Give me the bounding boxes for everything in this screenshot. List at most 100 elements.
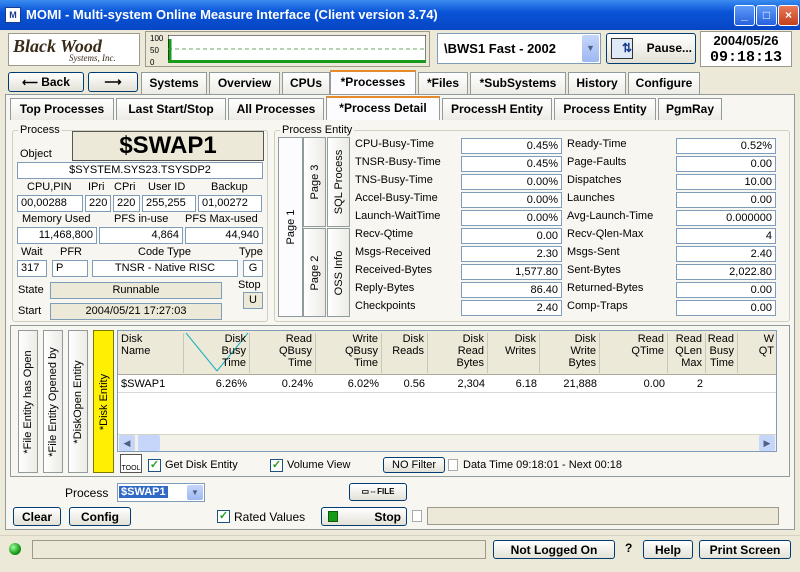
table-row[interactable]	[118, 376, 776, 393]
file-swap-button[interactable]: ▭⇔FILE	[349, 483, 407, 501]
entity-right-value: 2.40	[676, 246, 776, 262]
chevron-down-icon[interactable]: ▼	[582, 35, 599, 62]
back-button[interactable]: ⟵ Back	[8, 72, 84, 92]
maximize-button[interactable]: □	[756, 5, 777, 26]
entity-right-value: 4	[676, 228, 776, 244]
stop-status-icon	[328, 511, 338, 522]
vtab-file-entity-has-open[interactable]: *File Entity has Open	[18, 330, 38, 473]
graph-tick-0: 0	[150, 58, 155, 67]
column-header[interactable]: Disk Reads	[382, 333, 428, 373]
tab-pgmray[interactable]: PgmRay	[658, 98, 722, 120]
entity-left-label: Reply-Bytes	[355, 282, 415, 294]
tab-top-processes[interactable]: Top Processes	[10, 98, 114, 120]
tab-systems[interactable]: Systems	[141, 72, 207, 94]
tab-history[interactable]: History	[568, 72, 626, 94]
vtab-page-3[interactable]: Page 3	[303, 137, 326, 227]
login-button[interactable]: Not Logged On	[493, 540, 615, 559]
entity-left-label: Received-Bytes	[355, 264, 433, 276]
column-header[interactable]: Disk Busy Time	[184, 333, 250, 373]
help-button[interactable]: Help	[643, 540, 693, 559]
chevron-down-icon[interactable]: ▼	[187, 485, 203, 500]
column-header[interactable]: Read QLen Max	[668, 333, 706, 373]
clear-button[interactable]: Clear	[13, 507, 61, 526]
tab-processh-entity[interactable]: ProcessH Entity	[442, 98, 552, 120]
entity-right-label: Comp-Traps	[567, 300, 628, 312]
column-header[interactable]: Write QBusy Time	[316, 333, 382, 373]
tab-all-processes[interactable]: All Processes	[228, 98, 324, 120]
vtab-page-1-label: Page 1	[284, 209, 297, 245]
entity-left-label: Recv-Qtime	[355, 228, 414, 240]
column-header[interactable]: W QT	[738, 333, 776, 373]
vtab-page-3-label: Page 3	[308, 164, 321, 200]
status-message	[32, 540, 486, 559]
vtab-diskopen-entity-label: *DiskOpen Entity	[72, 359, 84, 444]
get-disk-entity-checkbox[interactable]: ✓	[148, 459, 161, 472]
start-label: Start	[18, 305, 42, 317]
print-screen-button[interactable]: Print Screen	[699, 540, 791, 559]
vtab-oss-info[interactable]: OSS Info	[327, 228, 350, 317]
entity-right-label: Recv-Qlen-Max	[567, 228, 644, 240]
tab-overview[interactable]: Overview	[209, 72, 280, 94]
entity-right-value: 0.00	[676, 300, 776, 316]
tab-last-start-stop[interactable]: Last Start/Stop	[116, 98, 226, 120]
network-icon: ⇅	[611, 38, 633, 59]
progress-bar	[427, 507, 779, 525]
file-swap-icon: ▭⇔	[361, 487, 378, 496]
connection-status-icon	[9, 543, 21, 555]
date-display: 2004/05/26	[713, 33, 779, 48]
vtab-sql-process[interactable]: SQL Process	[327, 137, 350, 227]
pfs-max-field: 44,940	[185, 227, 263, 244]
column-header[interactable]: Read Busy Time	[706, 333, 738, 373]
backup-field: 01,00272	[198, 195, 262, 212]
scroll-left-icon[interactable]: ◀	[119, 435, 135, 451]
minimize-button[interactable]: _	[734, 5, 755, 26]
rated-values-checkbox[interactable]: ✓	[217, 510, 230, 523]
system-select[interactable]: \BWS1 Fast - 2002 ▼	[437, 33, 601, 64]
vtab-page-1[interactable]: Page 1	[278, 137, 303, 317]
config-button[interactable]: Config	[69, 507, 131, 526]
filter-button[interactable]: NO Filter	[383, 457, 445, 473]
cpu-graph-panel: 100 50 0	[145, 31, 430, 67]
column-header[interactable]: Disk Name	[118, 333, 184, 373]
process-select-label: Process	[65, 486, 109, 500]
tab-process-detail[interactable]: *Process Detail	[326, 96, 440, 120]
volume-view-checkbox[interactable]: ✓	[270, 459, 283, 472]
entity-right-label: Sent-Bytes	[567, 264, 621, 276]
vtab-file-entity-opened-by[interactable]: *File Entity Opened by	[43, 330, 63, 473]
tab-subsystems[interactable]: *SubSystems	[470, 72, 566, 94]
stop-field: U	[243, 292, 263, 309]
question-icon: ?	[625, 541, 633, 555]
vtab-disk-entity[interactable]: *Disk Entity	[93, 330, 114, 473]
tab-process-entity[interactable]: Process Entity	[554, 98, 656, 120]
tab-configure[interactable]: Configure	[628, 72, 700, 94]
entity-right-label: Avg-Launch-Time	[567, 210, 654, 222]
column-header[interactable]: Read QTime	[600, 333, 668, 373]
column-header[interactable]: Disk Read Bytes	[428, 333, 488, 373]
tab-cpus[interactable]: CPUs	[282, 72, 330, 94]
forward-button[interactable]: ⟶	[88, 72, 138, 92]
column-header[interactable]: Read QBusy Time	[250, 333, 316, 373]
progress-indicator	[412, 510, 422, 522]
entity-left-label: Checkpoints	[355, 300, 416, 312]
pause-button[interactable]: ⇅ Pause...	[606, 33, 696, 64]
process-select-value: $SWAP1	[119, 486, 168, 498]
scroll-thumb[interactable]	[138, 435, 160, 451]
scroll-right-icon[interactable]: ▶	[759, 435, 775, 451]
tab-processes[interactable]: *Processes	[330, 70, 416, 94]
tool-icon[interactable]: TOOL	[120, 454, 142, 473]
horizontal-scrollbar[interactable]: ◀ ▶	[118, 434, 776, 451]
tab-files[interactable]: *Files	[418, 72, 468, 94]
column-header[interactable]: Disk Write Bytes	[540, 333, 600, 373]
stop-button[interactable]: Stop	[321, 507, 407, 526]
entity-right-label: Msgs-Sent	[567, 246, 620, 258]
entity-left-value: 0.00%	[461, 210, 562, 226]
vtab-diskopen-entity[interactable]: *DiskOpen Entity	[68, 330, 88, 473]
entity-left-label: TNS-Busy-Time	[355, 174, 433, 186]
vtab-page-2[interactable]: Page 2	[303, 228, 326, 317]
column-header[interactable]: Disk Writes	[488, 333, 540, 373]
close-button[interactable]: ×	[778, 5, 799, 26]
app-icon: M	[5, 7, 21, 23]
process-select[interactable]: $SWAP1 ▼	[117, 483, 205, 502]
vtab-page-2-label: Page 2	[308, 255, 321, 290]
type-field: G	[243, 260, 263, 277]
